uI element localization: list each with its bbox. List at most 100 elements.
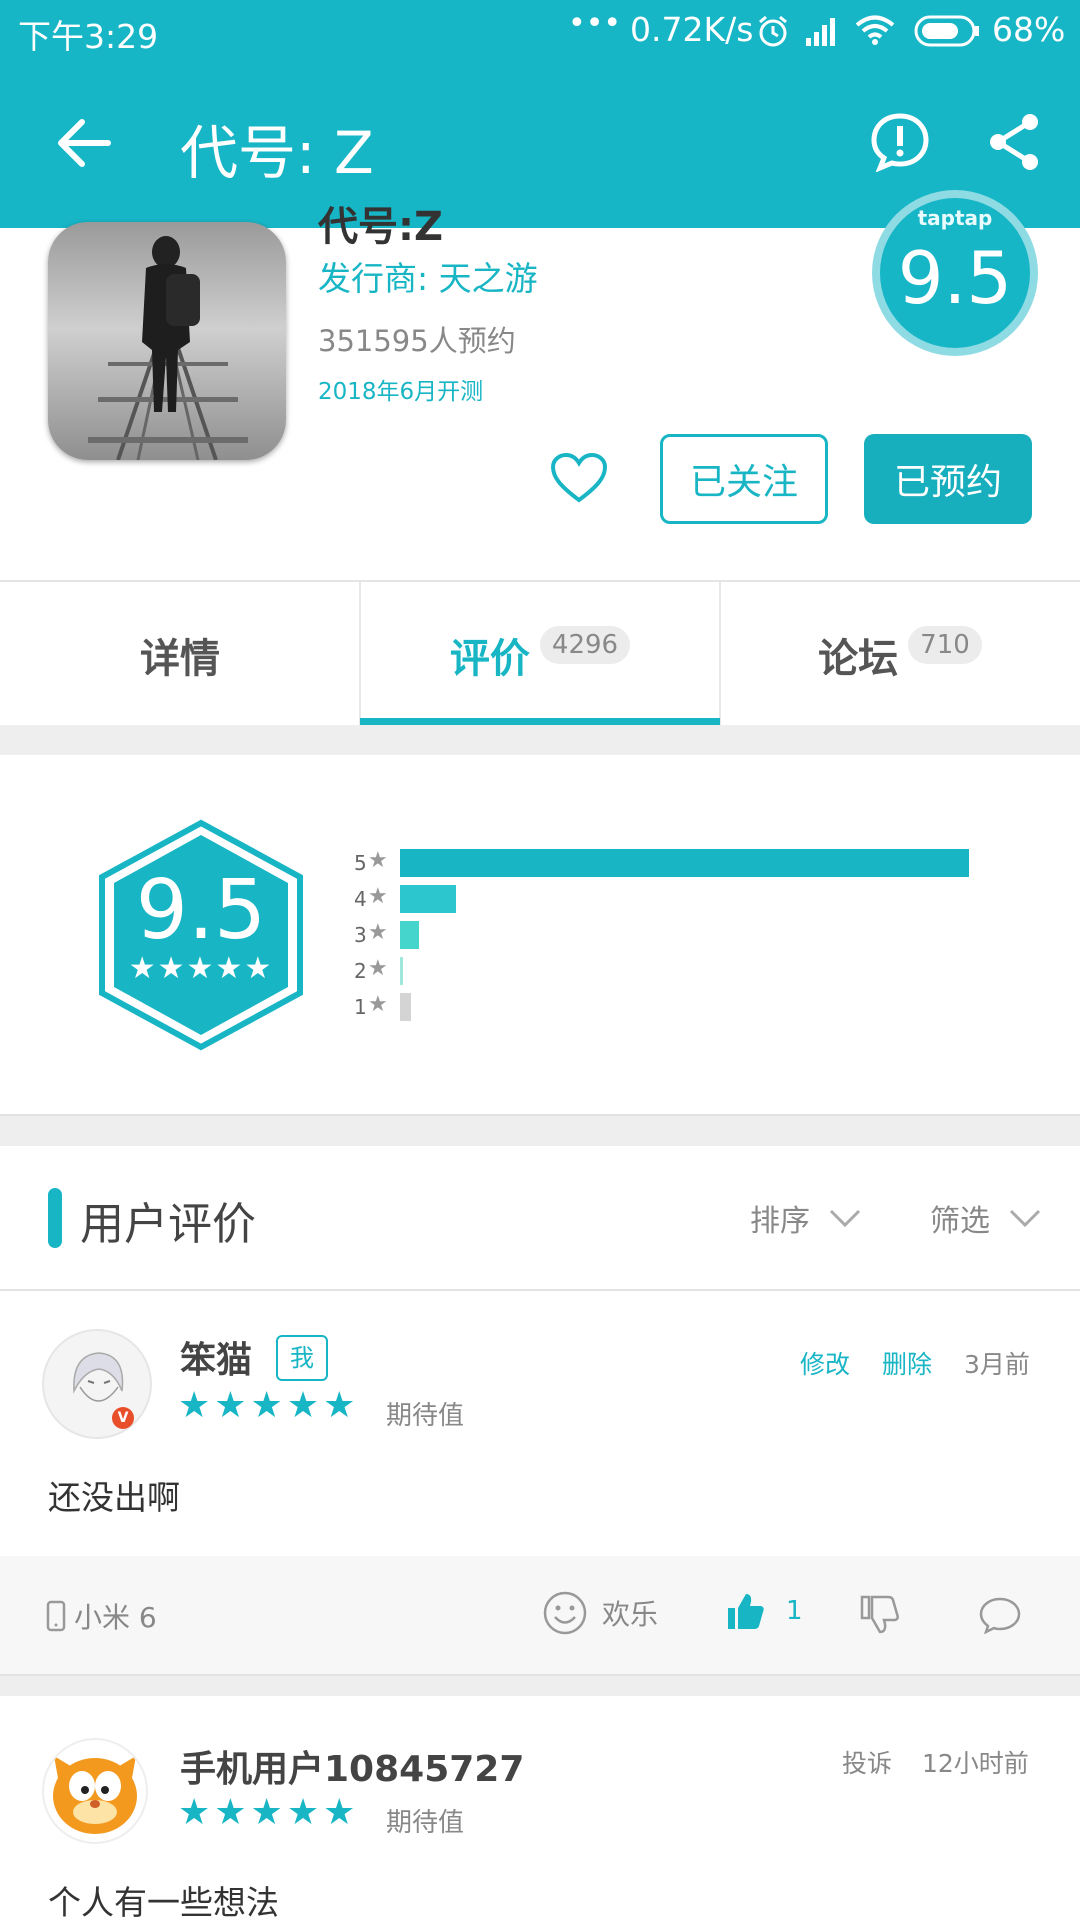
star-icon: ★ <box>368 920 388 945</box>
review-card: 手机用户10845727 投诉 12小时前 ★★★★★ 期待值 个人有一些想法 <box>0 1696 1080 1922</box>
sort-dropdown[interactable]: 排序 <box>750 1196 862 1240</box>
avatar[interactable]: V <box>42 1329 152 1439</box>
device-info: 小米 6 <box>46 1596 157 1636</box>
status-time: 下午3:29 <box>18 17 159 56</box>
section-gap <box>0 725 1080 755</box>
wifi-icon <box>855 15 895 45</box>
rating-distribution: 5 ★ 4 ★ 3 ★ 2 ★ 1 ★ <box>354 847 1054 1037</box>
edit-link[interactable]: 修改 <box>800 1345 850 1381</box>
review-card: V 笨猫 我 修改 删除 3月前 ★★★★★ 期待值 还没出啊 <box>0 1291 1080 1556</box>
like-count: 1 <box>786 1596 803 1626</box>
test-date: 2018年6月开测 <box>318 379 484 405</box>
reviews-header: 用户评价 排序 筛选 <box>0 1146 1080 1290</box>
chevron-down-icon <box>829 1209 861 1228</box>
score-value: 9.5 <box>897 236 1013 320</box>
delete-link[interactable]: 删除 <box>882 1345 932 1381</box>
reservation-count: 351595人预约 <box>318 324 516 358</box>
star-icon: ★ <box>368 884 388 909</box>
rating-row-5: 5 ★ <box>354 847 1054 883</box>
alarm-icon <box>759 15 787 47</box>
section-gap <box>0 1116 1080 1146</box>
review-stars: ★★★★★ <box>178 1385 360 1426</box>
game-name: 代号:Z <box>318 204 443 250</box>
follow-button[interactable]: 已关注 <box>660 434 828 524</box>
star-icon: ★ <box>368 848 388 873</box>
battery-percent: 68% <box>992 10 1066 49</box>
rating-row-label: 1 <box>354 995 367 1019</box>
overall-score: 9.5 <box>135 863 267 958</box>
share-icon[interactable] <box>986 112 1042 172</box>
app-bar: 代号: Z <box>0 62 1080 228</box>
thumbs-down-icon[interactable] <box>858 1594 900 1636</box>
review-actions: 小米 6 欢乐 1 <box>0 1556 1080 1674</box>
status-bar: 下午3:29 ••• 0.72K/s 68% <box>0 0 1080 62</box>
rating-row-3: 3 ★ <box>354 919 1054 955</box>
rating-bar-5 <box>400 849 969 877</box>
publisher[interactable]: 发行商: 天之游 <box>318 252 538 300</box>
garfield-avatar-art <box>53 1756 137 1834</box>
section-gap <box>0 1676 1080 1696</box>
thumbs-up-icon <box>728 1594 764 1629</box>
device-name: 小米 6 <box>74 1601 157 1634</box>
rating-row-label: 5 <box>354 851 367 875</box>
tab-reviews[interactable]: 评价 4296 <box>360 582 720 727</box>
tab-reviews-count: 4296 <box>539 625 631 664</box>
review-text: 还没出啊 <box>48 1478 180 1517</box>
like-button[interactable]: 1 <box>724 1590 803 1632</box>
filter-dropdown[interactable]: 筛选 <box>930 1196 1042 1240</box>
rating-row-label: 4 <box>354 887 367 911</box>
chevron-down-icon <box>1009 1209 1041 1228</box>
rating-row-4: 4 ★ <box>354 883 1054 919</box>
section-accent <box>48 1188 62 1248</box>
heart-icon[interactable] <box>550 452 608 504</box>
tab-forum[interactable]: 论坛 710 <box>720 582 1080 727</box>
taptap-label: taptap <box>917 206 993 230</box>
overall-stars: ★★★★★ <box>128 951 274 986</box>
tab-details-label: 详情 <box>140 635 220 682</box>
rating-summary: 9.5 ★★★★★ 5 ★ 4 ★ 3 ★ 2 ★ 1 ★ <box>0 755 1080 1115</box>
mood-label: 欢乐 <box>602 1598 659 1631</box>
report-icon[interactable] <box>870 112 930 172</box>
rating-bar-3 <box>400 921 419 949</box>
signal-icon <box>806 18 835 46</box>
tab-forum-count: 710 <box>908 625 982 664</box>
more-dots-icon: ••• <box>568 6 622 41</box>
tab-bar: 详情 评价 4296 论坛 710 <box>0 580 1080 727</box>
review-time: 3月前 <box>964 1350 1030 1379</box>
reviews-title: 用户评价 <box>80 1199 256 1250</box>
game-icon-art <box>88 236 248 460</box>
reserve-button[interactable]: 已预约 <box>864 434 1032 524</box>
back-arrow-icon[interactable] <box>56 118 112 168</box>
rating-bar-2 <box>400 957 403 985</box>
star-icon: ★ <box>368 956 388 981</box>
smiley-icon <box>543 1591 587 1635</box>
rating-row-label: 2 <box>354 959 367 983</box>
score-badge: taptap 9.5 <box>880 198 1030 348</box>
sort-label: 排序 <box>750 1204 810 1239</box>
tab-forum-label: 论坛 <box>818 635 899 682</box>
verified-badge-icon: V <box>112 1407 134 1429</box>
avatar-art <box>73 1352 124 1402</box>
review-time: 12小时前 <box>922 1749 1029 1778</box>
battery-icon <box>914 15 979 47</box>
network-speed: 0.72K/s <box>630 10 754 49</box>
expectation-label: 期待值 <box>386 1401 465 1431</box>
tab-details[interactable]: 详情 <box>0 582 360 727</box>
avatar[interactable] <box>42 1738 148 1844</box>
star-icon: ★ <box>368 992 388 1017</box>
rating-bar-1 <box>400 993 411 1021</box>
page-title: 代号: Z <box>180 119 374 187</box>
report-link[interactable]: 投诉 <box>842 1744 892 1780</box>
expectation-label: 期待值 <box>386 1808 465 1838</box>
mood-button[interactable]: 欢乐 <box>542 1590 658 1636</box>
review-stars: ★★★★★ <box>178 1792 360 1833</box>
comment-icon[interactable] <box>978 1596 1022 1634</box>
rating-bar-4 <box>400 885 456 913</box>
game-icon <box>48 222 286 460</box>
filter-label: 筛选 <box>930 1204 990 1239</box>
review-username[interactable]: 手机用户10845727 <box>180 1740 524 1792</box>
game-header: 代号:Z 发行商: 天之游 351595人预约 2018年6月开测 taptap… <box>0 198 1080 580</box>
rating-row-1: 1 ★ <box>354 991 1054 1027</box>
review-username[interactable]: 笨猫 <box>180 1331 252 1383</box>
review-text: 个人有一些想法 <box>48 1883 279 1922</box>
